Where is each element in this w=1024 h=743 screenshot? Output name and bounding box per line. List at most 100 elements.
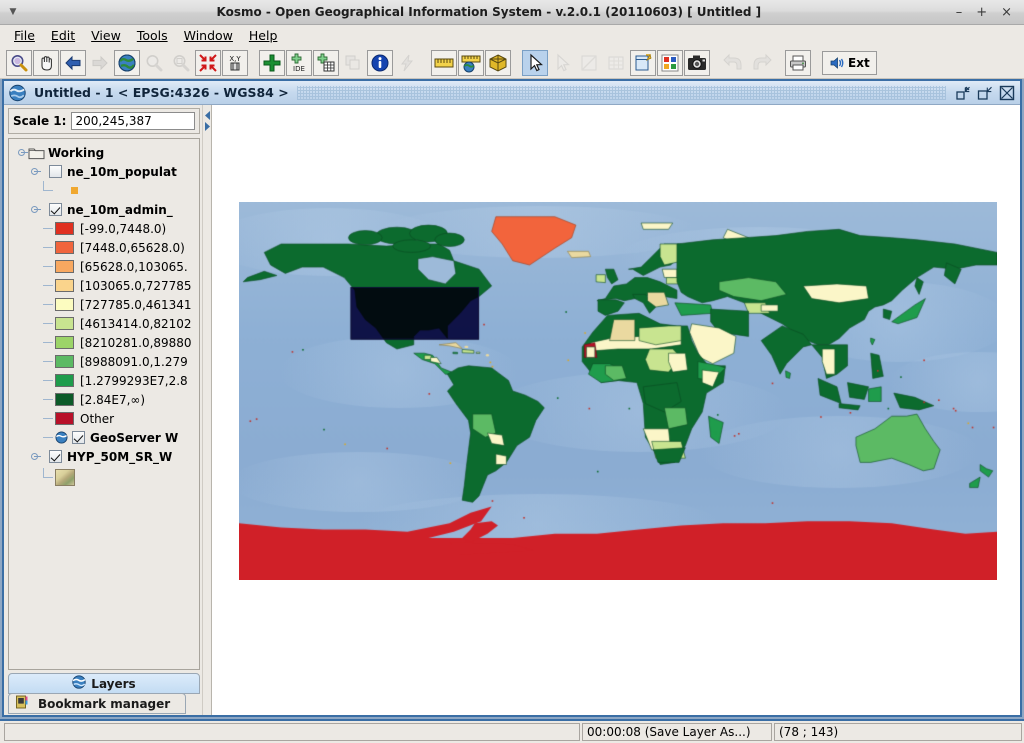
legend-class-label: [4613414.0,82102	[80, 317, 192, 331]
close-button[interactable]: ×	[1001, 6, 1012, 19]
menu-file[interactable]: File	[6, 26, 43, 45]
iconify-button[interactable]	[954, 84, 972, 102]
toolbar-separator-3	[512, 50, 521, 76]
globe-full-extent-icon[interactable]	[114, 50, 140, 76]
close-view-button[interactable]	[998, 84, 1016, 102]
menu-view[interactable]: View	[83, 26, 129, 45]
legend-class-row: [2.84E7,∞)	[15, 390, 199, 409]
legend-class-row: [1.2799293E7,2.8	[15, 371, 199, 390]
expand-handle-layer-1[interactable]	[28, 200, 41, 219]
tree-style-raster-3	[15, 466, 199, 488]
tree-node-layer-3[interactable]: HYP_50M_SR_W	[15, 447, 199, 466]
collapse-right-icon[interactable]	[204, 120, 211, 129]
layer-checkbox-0[interactable]	[49, 165, 62, 178]
add-layer-icon[interactable]	[259, 50, 285, 76]
menu-edit[interactable]: Edit	[43, 26, 83, 45]
zoom-arrows-icon[interactable]	[195, 50, 221, 76]
tree-node-working[interactable]: Working	[15, 143, 199, 162]
folder-icon	[28, 146, 45, 160]
tree-dash	[41, 333, 55, 352]
lightning-icon	[394, 50, 420, 76]
legend-class-row: [4613414.0,82102	[15, 314, 199, 333]
minimize-button[interactable]: –	[956, 6, 963, 19]
status-task: 00:00:08 (Save Layer As...)	[582, 723, 772, 741]
legend-class-swatch	[55, 393, 74, 406]
legend-class-swatch	[55, 336, 74, 349]
edit-geometry-icon	[576, 50, 602, 76]
legend-class-swatch	[55, 260, 74, 273]
ext-button[interactable]: Ext	[822, 51, 877, 75]
info-icon[interactable]	[367, 50, 393, 76]
legend-class-label: [7448.0,65628.0)	[80, 241, 185, 255]
titlebar-drag-area[interactable]	[297, 86, 946, 100]
tree-node-layer-0[interactable]: ne_10m_populat	[15, 162, 199, 181]
menu-tools[interactable]: Tools	[129, 26, 176, 45]
tree-dash	[41, 428, 55, 447]
menu-view-label: View	[91, 28, 121, 43]
toolbar-separator-2	[421, 50, 430, 76]
toolbar-separator-6	[812, 50, 821, 76]
measure-ruler-icon[interactable]	[431, 50, 457, 76]
legend-class-swatch	[55, 374, 74, 387]
print-icon[interactable]	[785, 50, 811, 76]
expand-handle-layer-3[interactable]	[28, 447, 41, 466]
layer-checkbox-3[interactable]	[49, 450, 62, 463]
window-title: Kosmo - Open Geographical Information Sy…	[22, 5, 956, 19]
map-view-titlebar: Untitled - 1 < EPSG:4326 - WGS84 >	[4, 81, 1020, 105]
menu-help[interactable]: Help	[241, 26, 286, 45]
map-panel[interactable]	[211, 105, 1020, 715]
zoom-in-icon[interactable]	[6, 50, 32, 76]
tab-layers[interactable]: Layers	[8, 673, 200, 694]
arrow-left-icon[interactable]	[60, 50, 86, 76]
screenshot-camera-icon[interactable]	[684, 50, 710, 76]
tree-node-layer-2[interactable]: GeoServer W	[15, 428, 199, 447]
svg-text:IDE: IDE	[293, 65, 305, 73]
measure-globe-icon[interactable]	[458, 50, 484, 76]
add-ide-layer-icon[interactable]: IDE	[286, 50, 312, 76]
expand-handle-working[interactable]	[15, 143, 28, 162]
map-view-body: Scale 1: Working	[4, 105, 1020, 715]
legend-class-swatch	[55, 279, 74, 292]
xy-coordinates-icon[interactable]: X,Y	[222, 50, 248, 76]
layer-tree-container[interactable]: Working ne_10m_populat ne_10m_admin_ [-9…	[8, 138, 200, 670]
layer-checkbox-2[interactable]	[72, 431, 85, 444]
point-style-swatch	[71, 187, 78, 194]
map-view-controls	[954, 84, 1020, 102]
maximize-restore-button[interactable]	[976, 84, 994, 102]
zoom-layer-icon	[141, 50, 167, 76]
window-menu-icon[interactable]: ▼	[0, 7, 22, 17]
symbology-icon[interactable]	[657, 50, 683, 76]
scale-input[interactable]	[71, 112, 195, 130]
select-pointer-icon[interactable]	[522, 50, 548, 76]
layer-checkbox-1[interactable]	[49, 203, 62, 216]
legend-class-label: [2.84E7,∞)	[80, 393, 145, 407]
speaker-icon	[829, 56, 845, 70]
tree-node-layer-1[interactable]: ne_10m_admin_	[15, 200, 199, 219]
layer-tree: Working ne_10m_populat ne_10m_admin_ [-9…	[9, 139, 199, 488]
legend-class-swatch	[55, 412, 74, 425]
new-view-icon[interactable]	[630, 50, 656, 76]
maximize-button[interactable]: +	[976, 6, 987, 19]
layers-panel: Scale 1: Working	[4, 105, 202, 715]
split-pane-divider[interactable]	[202, 105, 211, 715]
bookmark-icon	[15, 695, 29, 712]
add-table-layer-icon[interactable]	[313, 50, 339, 76]
legend-class-list: [-99.0,7448.0) [7448.0,65628.0) [65628.0,1…	[15, 219, 199, 428]
tab-bookmark-manager[interactable]: Bookmark manager	[8, 693, 186, 714]
tree-dash	[41, 314, 55, 333]
tab-layers-label: Layers	[91, 677, 135, 691]
geoprocessing-box-icon[interactable]	[485, 50, 511, 76]
pan-hand-icon[interactable]	[33, 50, 59, 76]
mdi-desktop: Untitled - 1 < EPSG:4326 - WGS84 > Scale…	[0, 79, 1024, 743]
toolbar-separator-5	[775, 50, 784, 76]
expand-handle-layer-0[interactable]	[28, 162, 41, 181]
raster-thumbnail	[55, 469, 75, 486]
map-canvas[interactable]	[239, 202, 997, 580]
collapse-left-icon[interactable]	[204, 109, 211, 118]
undo-icon	[721, 50, 747, 76]
legend-class-row: [65628.0,103065.	[15, 257, 199, 276]
legend-class-label: [727785.0,461341	[80, 298, 192, 312]
application-window: ▼ Kosmo - Open Geographical Information …	[0, 0, 1024, 743]
menu-window[interactable]: Window	[176, 26, 241, 45]
tree-dash	[41, 276, 55, 295]
